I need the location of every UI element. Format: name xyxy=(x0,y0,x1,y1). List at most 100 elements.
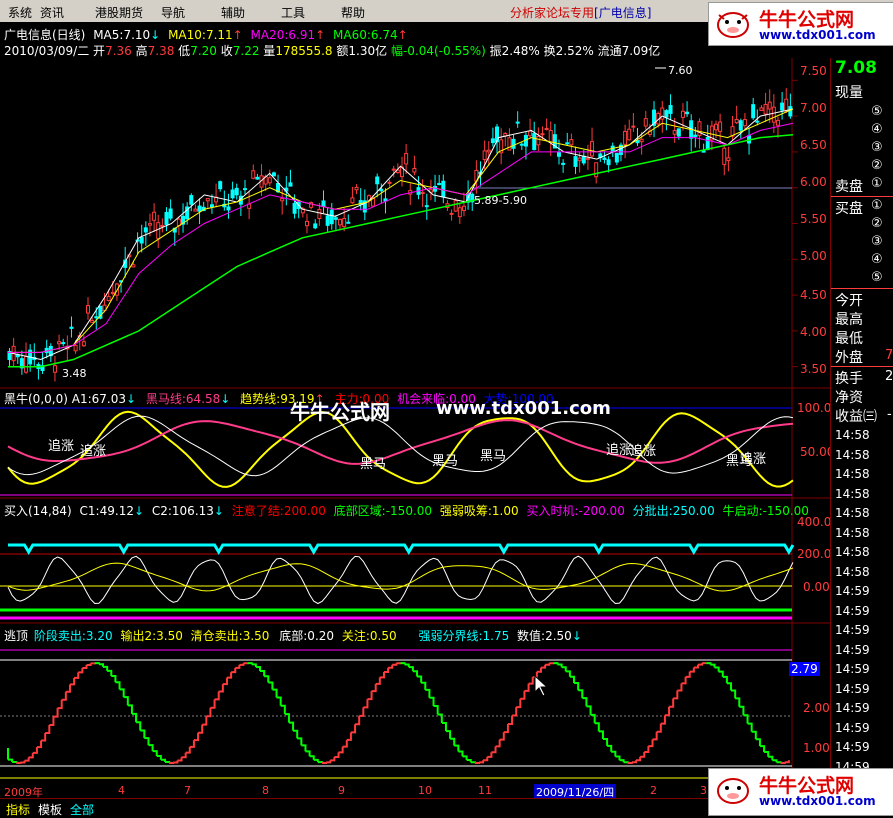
low-value: 7.20 xyxy=(190,44,217,58)
buy-level-2[interactable]: ② xyxy=(871,216,883,231)
price-tick: 6.50 xyxy=(800,138,827,152)
candle xyxy=(317,208,322,219)
candle xyxy=(771,106,776,123)
menu-navigate[interactable]: 导航 xyxy=(161,4,185,21)
candle xyxy=(536,135,541,146)
price-tick: 7.50 xyxy=(800,64,827,78)
candle xyxy=(106,295,111,302)
panel1-heima: 黑马线:64.58 xyxy=(145,392,221,406)
buy-level-4[interactable]: ④ xyxy=(871,252,883,267)
candle xyxy=(218,181,223,190)
tab-templates[interactable]: 模板 xyxy=(38,801,62,818)
watermark-url: www.tdx001.com xyxy=(436,398,611,419)
candle xyxy=(230,189,235,199)
candle xyxy=(152,211,157,221)
price-tick: 4.50 xyxy=(800,288,827,302)
price-tick: 4.00 xyxy=(800,325,827,339)
candle xyxy=(668,105,673,114)
float-value: 流通7.09亿 xyxy=(597,44,661,58)
panel2-header: 买入(14,84) C1:49.12↓ C2:106.13↓ 注意了结:200.… xyxy=(4,504,809,518)
p3-tick: 2.00 xyxy=(803,701,830,715)
low-annotation: 3.48 xyxy=(62,367,87,380)
stat-outer: 外盘 xyxy=(835,350,863,366)
panel2-title[interactable]: 买入(14,84) xyxy=(4,504,72,518)
buy-level-5[interactable]: ⑤ xyxy=(871,270,883,285)
tick-time: 14:59 xyxy=(835,603,870,618)
candle xyxy=(627,128,632,141)
candle xyxy=(606,159,611,166)
candle xyxy=(90,319,95,323)
tick-time: 14:59 xyxy=(835,662,870,676)
candle xyxy=(52,365,57,373)
candle xyxy=(160,224,165,227)
panel3-divider: 强弱分界线:1.75 xyxy=(418,629,510,643)
candle xyxy=(557,151,561,157)
signal-label: 追涨 xyxy=(740,451,766,467)
panel3-watch: 关注:0.50 xyxy=(341,629,397,643)
candle xyxy=(457,207,462,218)
candle xyxy=(350,197,355,204)
candle xyxy=(329,209,334,225)
candle xyxy=(788,106,793,117)
month-label: 3 xyxy=(700,784,707,797)
candle xyxy=(94,316,99,319)
panel3-bottom: 底部:0.20 xyxy=(279,629,335,643)
stock-name: 广电信息(日线) xyxy=(4,28,86,42)
candle xyxy=(193,208,198,212)
tick-time: 14:58 xyxy=(835,506,870,520)
buy-level-1[interactable]: ① xyxy=(871,198,883,213)
menu-help[interactable]: 帮助 xyxy=(341,4,365,21)
menu-tools[interactable]: 工具 xyxy=(281,4,305,21)
close-value: 7.22 xyxy=(232,44,260,58)
sell-level-1[interactable]: ① xyxy=(871,176,883,191)
candle xyxy=(763,103,768,115)
forum-label: 分析家论坛专用[广电信息] xyxy=(510,6,652,20)
panel3-title[interactable]: 逃顶 xyxy=(4,629,28,643)
tab-indicators[interactable]: 指标 xyxy=(6,801,30,818)
tick-time: 14:59 xyxy=(835,642,870,657)
sell-level-4[interactable]: ④ xyxy=(871,122,883,137)
candle xyxy=(325,215,330,226)
buy-level-3[interactable]: ③ xyxy=(871,234,883,249)
tick-time: 14:58 xyxy=(835,525,870,540)
candle xyxy=(379,188,384,192)
menu-assist[interactable]: 辅助 xyxy=(221,4,245,21)
candle xyxy=(205,198,210,202)
candle xyxy=(391,168,396,171)
candle xyxy=(437,183,442,186)
tab-all[interactable]: 全部 xyxy=(70,801,94,818)
candle xyxy=(441,180,446,198)
candle xyxy=(594,162,599,178)
candle xyxy=(775,119,780,126)
menu-hk-futures[interactable]: 港股期货 xyxy=(95,4,143,21)
candle xyxy=(86,305,90,314)
candle xyxy=(267,177,272,184)
kline-chart[interactable]: 7.60 3.48 5.89-5.90 追涨 追涨黑马 黑马 黑马 追涨追涨黑马追涨 xyxy=(0,58,830,798)
ma60-label: MA60:6.74 xyxy=(333,28,398,42)
menu-system[interactable]: 系统 xyxy=(8,4,32,21)
month-label: 9 xyxy=(338,784,345,797)
candle xyxy=(73,344,78,352)
candle xyxy=(292,202,297,214)
candle xyxy=(759,107,764,112)
sell-level-2[interactable]: ② xyxy=(871,158,883,173)
candle xyxy=(614,152,619,163)
ma20-label: MA20:6.91 xyxy=(250,28,316,42)
candle xyxy=(751,104,756,119)
candle xyxy=(590,141,595,157)
candle xyxy=(784,98,789,112)
amplitude-value: 振2.48% xyxy=(489,44,540,58)
sell-level-5[interactable]: ⑤ xyxy=(871,104,883,119)
candle xyxy=(767,101,772,110)
signal-label: 黑马 xyxy=(480,449,506,464)
candle xyxy=(412,168,417,173)
month-label: 2 xyxy=(650,784,657,797)
menu-news[interactable]: 资讯 xyxy=(40,4,64,21)
sell-level-3[interactable]: ③ xyxy=(871,140,883,155)
amount-value: 额1.30亿 xyxy=(336,44,388,58)
panel1-title[interactable]: 黑牛(0,0,0) xyxy=(4,392,68,406)
candle xyxy=(346,221,351,224)
stat-high: 最高 xyxy=(835,312,863,328)
stock-info-line: 广电信息(日线) MA5:7.10↓ MA10:7.11↑ MA20:6.91↑… xyxy=(4,28,408,42)
candle xyxy=(676,128,681,137)
